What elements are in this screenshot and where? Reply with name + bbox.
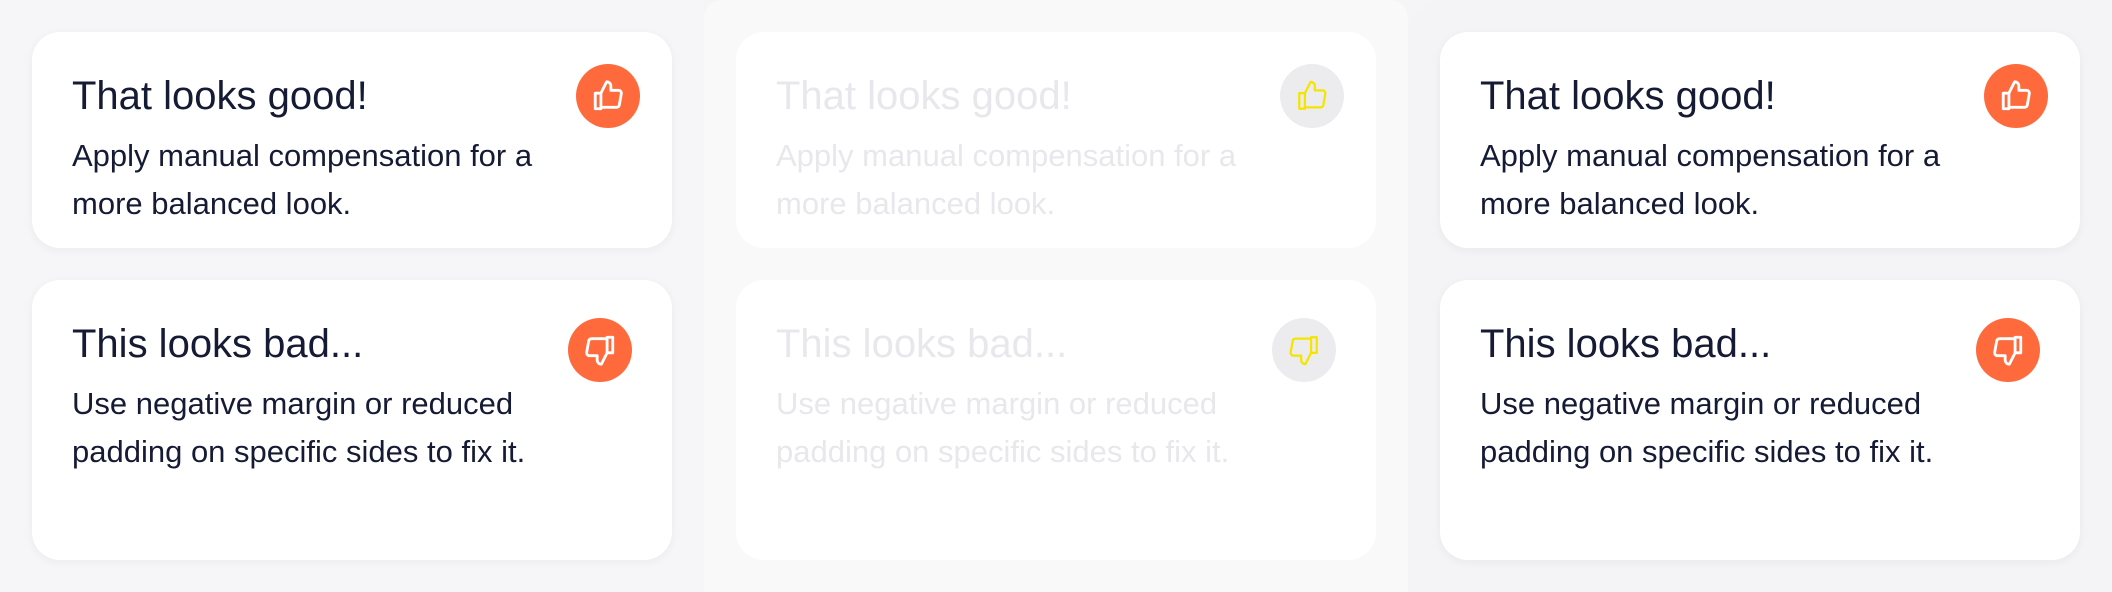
example-column-1: That looks good! Apply manual compensati… — [0, 0, 704, 592]
bad-example-card-faded: This looks bad... Use negative margin or… — [736, 280, 1376, 560]
thumbs-up-icon — [576, 64, 640, 128]
bad-example-card: This looks bad... Use negative margin or… — [32, 280, 672, 560]
bad-example-card: This looks bad... Use negative margin or… — [1440, 280, 2080, 560]
thumbs-down-icon — [1272, 318, 1336, 382]
card-body: Apply manual compensation for a more bal… — [776, 138, 1237, 221]
card-title: That looks good! — [1480, 74, 1776, 118]
card-title: This looks bad... — [776, 322, 1068, 366]
card-body: Use negative margin or reduced padding o… — [1480, 386, 1934, 469]
card-title: That looks good! — [776, 74, 1072, 118]
thumbs-down-icon — [568, 318, 632, 382]
thumbs-up-icon — [1280, 64, 1344, 128]
good-example-card: That looks good! Apply manual compensati… — [1440, 32, 2080, 248]
thumbs-down-icon — [1976, 318, 2040, 382]
example-column-3: That looks good! Apply manual compensati… — [1408, 0, 2112, 592]
good-example-card-faded: That looks good! Apply manual compensati… — [736, 32, 1376, 248]
card-body: Use negative margin or reduced padding o… — [72, 386, 526, 469]
good-example-card: That looks good! Apply manual compensati… — [32, 32, 672, 248]
card-title: This looks bad... — [1480, 322, 1772, 366]
example-column-2: That looks good! Apply manual compensati… — [704, 0, 1408, 592]
card-body: Apply manual compensation for a more bal… — [1480, 138, 1941, 221]
card-title: This looks bad... — [72, 322, 364, 366]
card-title: That looks good! — [72, 74, 368, 118]
thumbs-up-icon — [1984, 64, 2048, 128]
card-body: Use negative margin or reduced padding o… — [776, 386, 1230, 469]
card-body: Apply manual compensation for a more bal… — [72, 138, 533, 221]
